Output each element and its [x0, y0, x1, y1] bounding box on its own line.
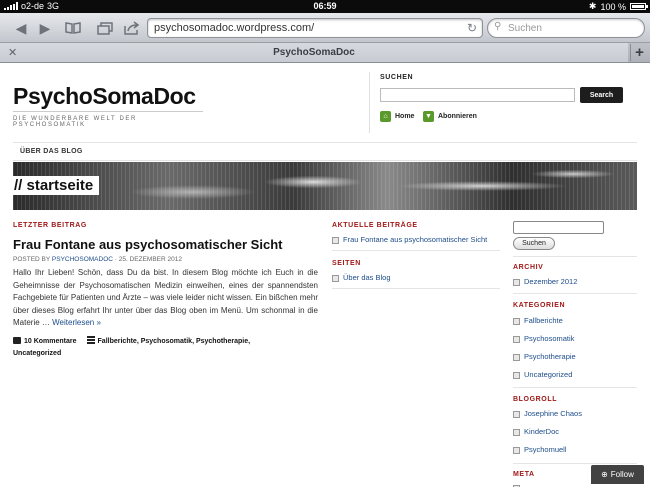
- post-excerpt: Hallo Ihr Lieben! Schön, dass Du da bist…: [13, 267, 318, 330]
- blogroll-label: BLOGROLL: [513, 396, 558, 403]
- subscribe-link[interactable]: ▼ Abonnieren: [423, 111, 477, 122]
- nav-divider-top: [13, 142, 637, 143]
- address-bar[interactable]: psychosomadoc.wordpress.com/ ↻: [147, 18, 483, 38]
- header-divider: [369, 72, 370, 133]
- site-search-input[interactable]: [380, 88, 575, 102]
- tab-psychosomadoc[interactable]: ✕ PsychoSomaDoc: [0, 43, 628, 62]
- widget-divider: [513, 463, 637, 464]
- tab-bar: ✕ PsychoSomaDoc +: [0, 43, 650, 63]
- follow-icon: ⊕: [601, 470, 608, 479]
- post-meta: POSTED BY PSYCHOSOMADOC · 25. DEZEMBER 2…: [13, 256, 182, 263]
- bookmarks-icon[interactable]: [62, 18, 84, 38]
- recent-posts-label: AKTUELLE BEITRÄGE: [332, 222, 418, 229]
- page-item-about[interactable]: Über das Blog: [332, 272, 391, 284]
- widget-divider: [332, 250, 500, 251]
- sidebar-search-button[interactable]: Suchen: [513, 237, 555, 250]
- forward-icon[interactable]: ▶: [34, 18, 56, 38]
- posted-by: POSTED BY: [13, 256, 51, 263]
- post-categories[interactable]: Fallberichte, Psychosomatik, Psychothera…: [98, 338, 251, 345]
- reload-icon[interactable]: ↻: [467, 21, 477, 35]
- archive-list: Dezember 2012: [513, 276, 577, 288]
- category-item[interactable]: Uncategorized: [513, 369, 576, 381]
- category-item[interactable]: Psychosomatik: [513, 333, 576, 345]
- comment-icon: [13, 337, 21, 344]
- search-label: SUCHEN: [380, 74, 414, 81]
- bluetooth-icon: ✱: [588, 1, 597, 11]
- url-text: psychosomadoc.wordpress.com/: [154, 22, 315, 34]
- follow-label: Follow: [610, 470, 634, 479]
- meta-item[interactable]: [513, 482, 524, 487]
- home-icon: ⌂: [380, 111, 391, 122]
- web-page: PsychoSomaDoc DIE WUNDERBARE WELT DER PS…: [0, 63, 650, 487]
- status-right: ✱ 100 %: [588, 1, 648, 12]
- categories-label: KATEGORIEN: [513, 302, 566, 309]
- tabs-icon[interactable]: [94, 18, 116, 38]
- pages-label: SEITEN: [332, 260, 361, 267]
- sidebar-search-input[interactable]: [513, 221, 604, 234]
- widget-divider: [332, 288, 500, 289]
- new-tab-button[interactable]: +: [630, 44, 648, 61]
- tab-title: PsychoSomaDoc: [273, 47, 355, 58]
- share-icon[interactable]: [121, 18, 143, 38]
- site-title[interactable]: PsychoSomaDoc: [13, 83, 196, 110]
- site-tagline: DIE WUNDERBARE WELT DER PSYCHOSOMATIK: [13, 111, 203, 128]
- search-icon: ⚲: [494, 21, 502, 32]
- nav-divider-bottom: [13, 160, 637, 161]
- battery-percent: 100 %: [600, 1, 626, 12]
- battery-icon: [630, 3, 648, 10]
- archive-label: ARCHIV: [513, 264, 544, 271]
- category-item[interactable]: Fallberichte: [513, 315, 576, 327]
- categories-list: Fallberichte Psychosomatik Psychotherapi…: [513, 315, 576, 381]
- post-categories-more[interactable]: Uncategorized: [13, 350, 61, 357]
- read-more-link[interactable]: Weiterlesen »: [52, 318, 101, 327]
- search-placeholder: Suchen: [508, 23, 542, 34]
- follow-button[interactable]: ⊕ Follow: [591, 465, 644, 484]
- subscribe-link-label: Abonnieren: [438, 113, 477, 120]
- category-item[interactable]: Psychotherapie: [513, 351, 576, 363]
- recent-posts-list: Frau Fontane aus psychosomatischer Sicht: [332, 234, 487, 246]
- nav-item-about[interactable]: ÜBER DAS BLOG: [20, 148, 83, 155]
- home-link-label: Home: [395, 113, 415, 120]
- comments-link[interactable]: 10 Kommentare: [24, 338, 77, 345]
- clock: 06:59: [313, 1, 337, 11]
- site-search-button[interactable]: Search: [580, 87, 623, 103]
- status-bar: o2-de 3G 06:59 ✱ 100 %: [0, 0, 650, 13]
- latest-post-label: LETZTER BEITRAG: [13, 222, 87, 229]
- back-icon[interactable]: ◀: [10, 18, 32, 38]
- post-footer: 10 Kommentare Fallberichte, Psychosomatik…: [13, 336, 318, 360]
- header-banner: // startseite: [13, 162, 637, 210]
- browser-search-field[interactable]: ⚲ Suchen: [487, 18, 645, 38]
- archive-item[interactable]: Dezember 2012: [513, 276, 577, 288]
- blogroll-item[interactable]: KinderDoc: [513, 426, 582, 438]
- banner-title: // startseite: [13, 176, 100, 195]
- blogroll-list: Josephine Chaos KinderDoc Psychomuell: [513, 408, 582, 456]
- widget-divider: [513, 256, 637, 257]
- widget-divider: [513, 293, 637, 294]
- browser-toolbar: ◀ ▶ psychosomadoc.wordpress.com/ ↻ ⚲ Suc…: [0, 13, 650, 43]
- category-icon: [86, 336, 95, 344]
- subscribe-icon: ▼: [423, 111, 434, 122]
- meta-label: META: [513, 471, 535, 478]
- post-author[interactable]: PSYCHOSOMADOC: [52, 256, 113, 263]
- post-title[interactable]: Frau Fontane aus psychosomatischer Sicht: [13, 237, 282, 252]
- blogroll-item[interactable]: Josephine Chaos: [513, 408, 582, 420]
- widget-divider: [513, 387, 637, 388]
- post-date: · 25. DEZEMBER 2012: [114, 256, 182, 263]
- meta-list: [513, 482, 524, 487]
- recent-post-item[interactable]: Frau Fontane aus psychosomatischer Sicht: [332, 234, 487, 246]
- home-link[interactable]: ⌂ Home: [380, 111, 414, 122]
- blogroll-item[interactable]: Psychomuell: [513, 444, 582, 456]
- pages-list: Über das Blog: [332, 272, 391, 284]
